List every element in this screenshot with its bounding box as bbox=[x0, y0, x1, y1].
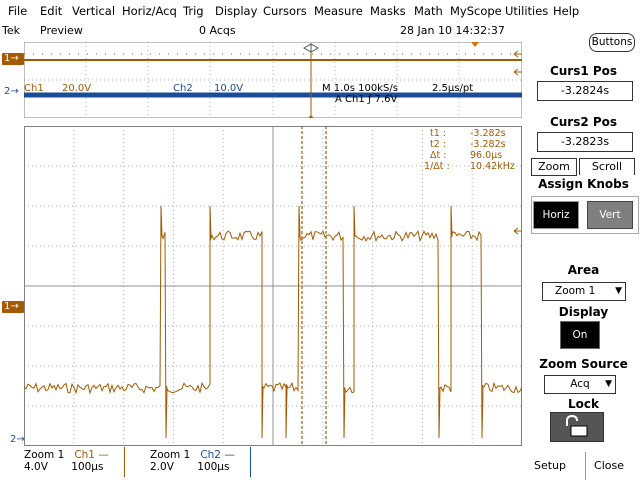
menu-cursors[interactable]: Cursors bbox=[263, 4, 307, 18]
cursor-region-icon bbox=[302, 43, 320, 53]
menu-help[interactable]: Help bbox=[553, 4, 579, 18]
ch2-scale-value: 10.0V bbox=[214, 83, 243, 94]
status-bar: Tek Preview 0 Acqs 28 Jan 10 14:32:37 bbox=[0, 22, 640, 40]
ch2-overview-marker[interactable]: 2→ bbox=[4, 86, 24, 98]
svg-text:Δt :: Δt : bbox=[430, 150, 446, 161]
display-title: Display bbox=[558, 305, 609, 319]
menu-myscope[interactable]: MyScope bbox=[450, 4, 502, 18]
tab-zoom[interactable]: Zoom bbox=[531, 158, 577, 176]
trigger-arrow-icon bbox=[471, 42, 479, 47]
zoom-source-title: Zoom Source bbox=[539, 357, 628, 371]
menu-display[interactable]: Display bbox=[215, 4, 257, 18]
menu-horiz-acq[interactable]: Horiz/Acq bbox=[122, 4, 177, 18]
acq-mode: Preview bbox=[40, 24, 83, 37]
menu-utilities[interactable]: Utilities bbox=[505, 4, 548, 18]
zoom1-ch1-info[interactable]: Zoom 1 Ch1 — 4.0V 100μs bbox=[24, 449, 109, 473]
svg-text:t2 :: t2 : bbox=[430, 139, 446, 150]
zoom-info-bar: Zoom 1 Ch1 — 4.0V 100μs Zoom 1 Ch2 — 2.0… bbox=[24, 447, 522, 480]
chevron-down-icon: ▼ bbox=[615, 286, 622, 296]
chevron-down-icon: ▼ bbox=[605, 379, 612, 389]
menu-vertical[interactable]: Vertical bbox=[72, 4, 115, 18]
buttons-toggle[interactable]: Buttons bbox=[589, 33, 635, 52]
ch1-overview-marker[interactable]: 1→ bbox=[2, 53, 24, 65]
ch2-zoom-marker[interactable]: 2→ bbox=[10, 434, 30, 446]
ch1-scale-label: Ch1 bbox=[24, 83, 44, 94]
setup-button[interactable]: Setup bbox=[527, 452, 573, 480]
overview-grid bbox=[24, 42, 522, 118]
padlock-open-icon bbox=[566, 414, 588, 437]
svg-text:-3.282s: -3.282s bbox=[470, 128, 506, 139]
lock-toggle-button[interactable] bbox=[550, 412, 604, 442]
horiz-knob-button[interactable]: Horiz bbox=[533, 201, 579, 229]
acq-count: 0 Acqs bbox=[199, 24, 236, 37]
menu-math[interactable]: Math bbox=[414, 4, 443, 18]
curs2-pos-field[interactable]: -3.2823s bbox=[537, 132, 633, 152]
close-button[interactable]: Close bbox=[585, 452, 632, 480]
svg-text:-3.282s: -3.282s bbox=[470, 139, 506, 150]
overview-waveform[interactable]: Ch1 20.0V Ch2 10.0V M 1.0s 100kS/s 2.5μs… bbox=[24, 42, 522, 118]
knob-tabs: Zoom Scroll bbox=[531, 158, 636, 176]
assign-knobs-title: Assign Knobs bbox=[538, 177, 629, 191]
tab-scroll[interactable]: Scroll bbox=[579, 158, 635, 175]
ch2-scale-label: Ch2 bbox=[173, 83, 193, 94]
control-panel: Curs1 Pos -3.2824s Curs2 Pos -3.2823s Zo… bbox=[527, 55, 640, 480]
timebase-label: M 1.0s 100kS/s bbox=[322, 83, 398, 94]
menu-trig[interactable]: Trig bbox=[183, 4, 204, 18]
svg-text:1/Δt :: 1/Δt : bbox=[424, 161, 450, 172]
svg-text:t1 :: t1 : bbox=[430, 128, 446, 139]
brand-label: Tek bbox=[2, 24, 20, 37]
menu-measure[interactable]: Measure bbox=[314, 4, 363, 18]
trigger-readout: A Ch1 ƒ 7.6V bbox=[335, 94, 397, 105]
curs1-pos-title: Curs1 Pos bbox=[549, 64, 618, 78]
menu-file[interactable]: File bbox=[8, 4, 27, 18]
vert-knob-button[interactable]: Vert bbox=[587, 201, 633, 229]
svg-text:10.42kHz: 10.42kHz bbox=[470, 161, 515, 172]
lock-title: Lock bbox=[568, 397, 599, 411]
display-on-button[interactable]: On bbox=[560, 321, 600, 349]
menu-edit[interactable]: Edit bbox=[40, 4, 62, 18]
zoom1-ch2-info[interactable]: Zoom 1 Ch2 — 2.0V 100μs bbox=[150, 449, 235, 473]
zoom-waveform-display[interactable]: t1 : -3.282s t2 : -3.282s Δt : 96.0μs 1/Δt … bbox=[24, 126, 522, 446]
menu-masks[interactable]: Masks bbox=[370, 4, 406, 18]
ch1-scale-value: 20.0V bbox=[62, 83, 91, 94]
svg-text:96.0μs: 96.0μs bbox=[470, 150, 502, 161]
date-time: 28 Jan 10 14:32:37 bbox=[400, 24, 505, 37]
zoom-source-dropdown[interactable]: Acq ▼ bbox=[544, 375, 616, 394]
area-title: Area bbox=[567, 263, 600, 277]
ch1-zoom-marker[interactable]: 1→ bbox=[2, 301, 24, 313]
cursor-readout: t1 : -3.282s t2 : -3.282s Δt : 96.0μs 1/Δt … bbox=[424, 128, 515, 172]
menu-bar: File Edit Vertical Horiz/Acq Trig Displa… bbox=[0, 0, 640, 22]
area-dropdown[interactable]: Zoom 1 ▼ bbox=[542, 282, 626, 301]
sample-interval: 2.5μs/pt bbox=[432, 83, 473, 94]
curs1-pos-field[interactable]: -3.2824s bbox=[537, 81, 633, 101]
curs2-pos-title: Curs2 Pos bbox=[549, 115, 618, 129]
